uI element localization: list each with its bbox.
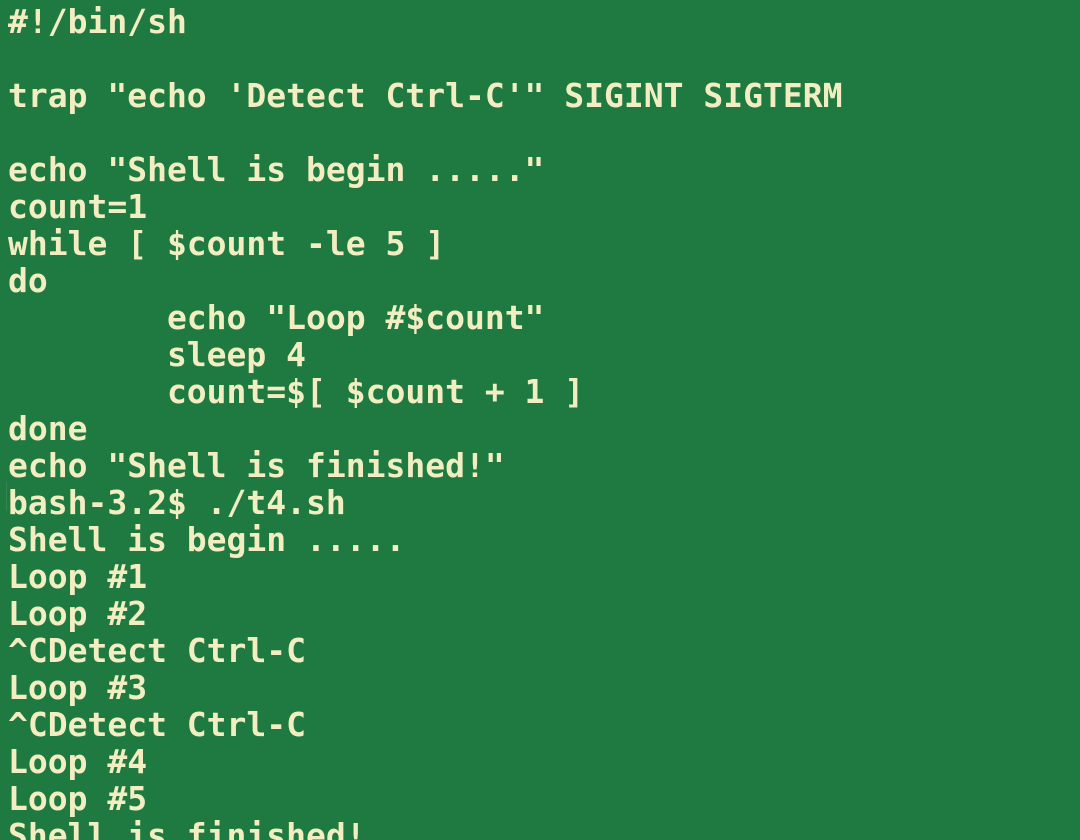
terminal-window[interactable]: #!/bin/sh trap "echo 'Detect Ctrl-C'" SIG…	[0, 0, 1080, 840]
terminal-line-output-loop-3: Loop #3	[8, 668, 148, 707]
terminal-line-output-loop-4: Loop #4	[8, 742, 148, 781]
terminal-line-echo-loop: echo "Loop #$count"	[8, 298, 545, 337]
terminal-line-blank-2	[8, 114, 842, 151]
terminal-line-output-loop-5: Loop #5	[8, 779, 148, 818]
terminal-line-echo-finished: echo "Shell is finished!"	[8, 446, 505, 485]
terminal-screen[interactable]: #!/bin/sh trap "echo 'Detect Ctrl-C'" SIG…	[8, 3, 842, 840]
terminal-line-output-loop-1: Loop #1	[8, 557, 148, 596]
terminal-line-trap: trap "echo 'Detect Ctrl-C'" SIGINT SIGTE…	[8, 76, 843, 115]
terminal-line-prompt-command: bash-3.2$ ./t4.sh	[8, 483, 346, 522]
terminal-line-blank-1	[8, 40, 842, 77]
terminal-line-do: do	[8, 261, 48, 300]
terminal-line-while: while [ $count -le 5 ]	[8, 224, 446, 263]
terminal-line-sleep: sleep 4	[8, 335, 307, 374]
terminal-line-count-init: count=1	[8, 187, 148, 226]
terminal-line-output-begin: Shell is begin .....	[8, 520, 406, 559]
terminal-line-output-interrupt-1: ^CDetect Ctrl-C	[8, 631, 307, 670]
terminal-line-done: done	[8, 409, 88, 448]
terminal-line-output-loop-2: Loop #2	[8, 594, 148, 633]
terminal-line-shebang: #!/bin/sh	[8, 2, 187, 41]
terminal-line-output-finished: Shell is finished!	[8, 816, 366, 840]
terminal-line-count-increment: count=$[ $count + 1 ]	[8, 372, 585, 411]
terminal-line-echo-begin: echo "Shell is begin ....."	[8, 150, 545, 189]
terminal-line-output-interrupt-2: ^CDetect Ctrl-C	[8, 705, 307, 744]
clipped-prompt-bracket-glyph: [	[0, 481, 7, 511]
